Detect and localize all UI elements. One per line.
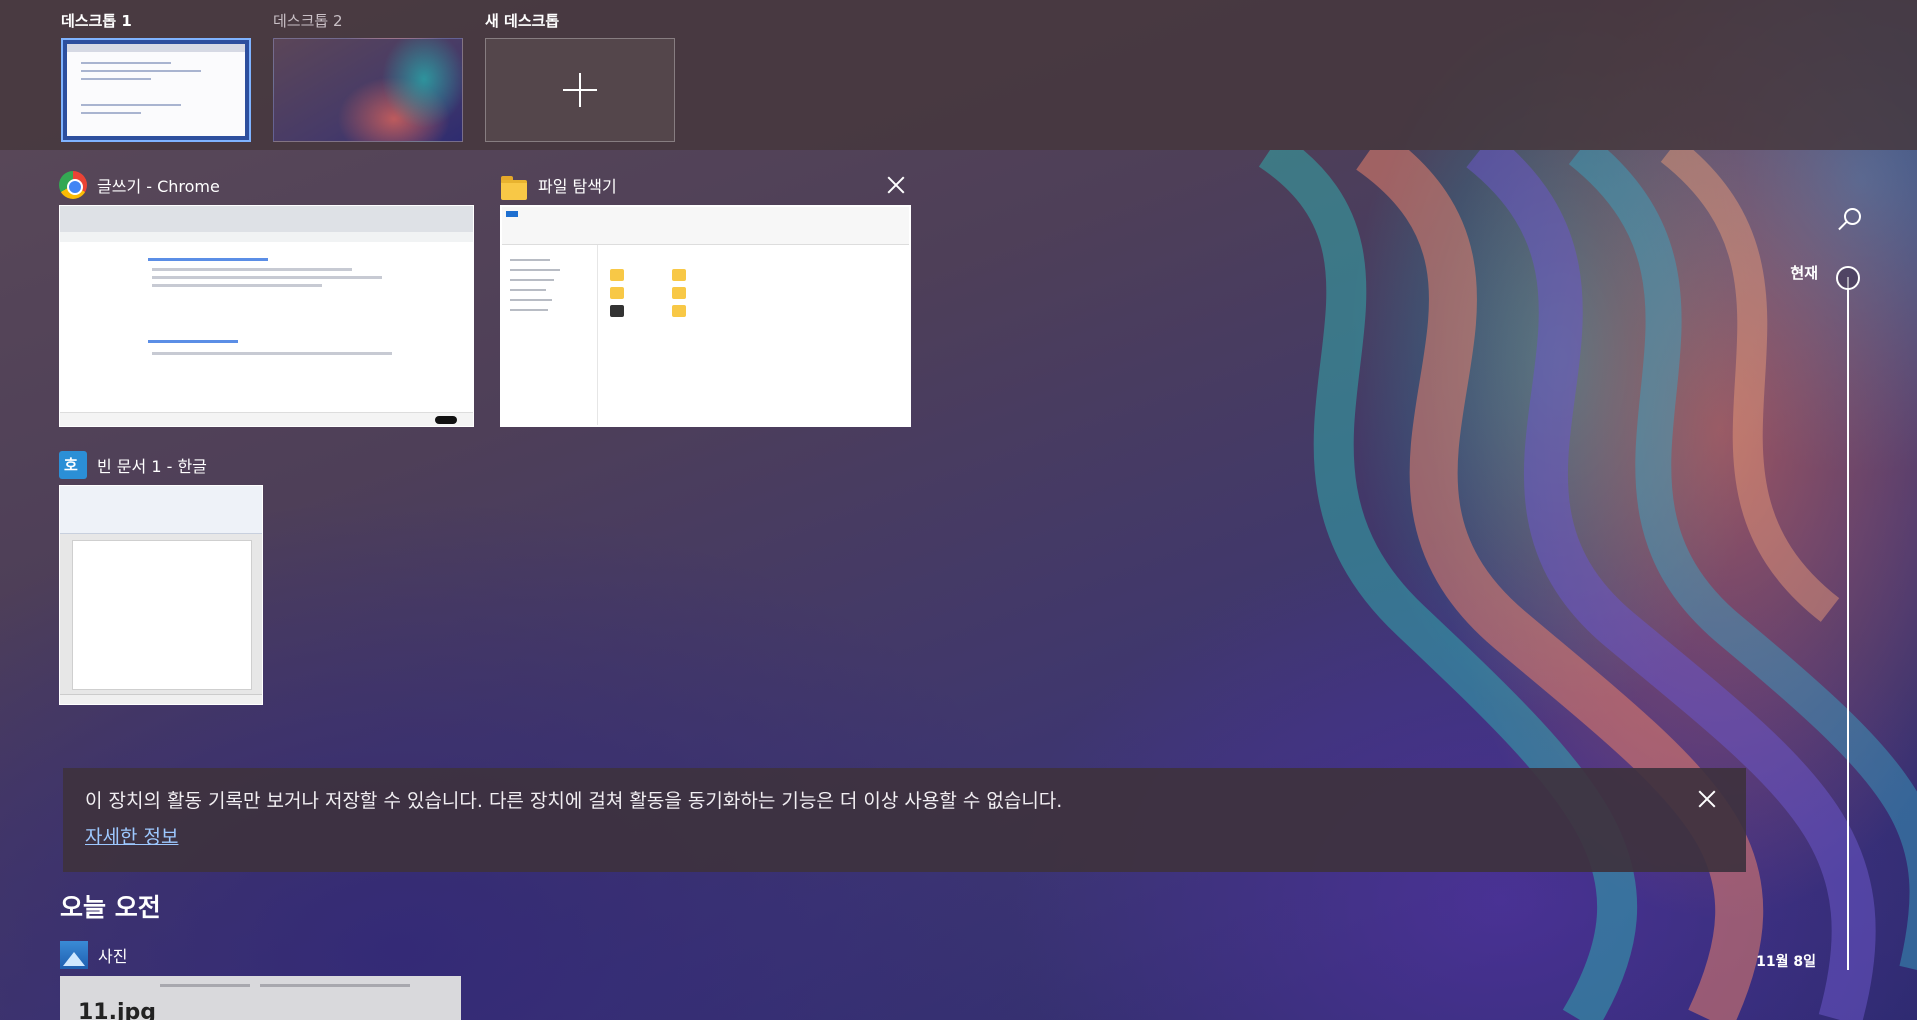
timeline-now-label: 현재 [1790,264,1818,282]
window-title-hwp: 빈 문서 1 - 한글 [97,457,207,476]
notice-message: 이 장치의 활동 기록만 보거나 저장할 수 있습니다. 다른 장치에 걸쳐 활… [85,790,1063,812]
hwp-icon [59,451,87,479]
desktop-2-thumbnail[interactable] [273,38,463,142]
window-title-chrome: 글쓰기 - Chrome [97,177,220,196]
chrome-icon [59,171,87,199]
learn-more-link[interactable]: 자세한 정보 [85,822,178,849]
new-desktop-button[interactable] [485,38,675,142]
folder-icon [500,171,528,200]
photos-icon [60,941,88,969]
timeline-date-label[interactable]: 11월 8일 [1756,951,1816,971]
close-notice-icon[interactable] [1698,790,1716,808]
timeline-scrollbar[interactable] [1847,277,1849,970]
sync-notice-banner: 이 장치의 활동 기록만 보거나 저장할 수 있습니다. 다른 장치에 걸쳐 활… [63,768,1746,872]
window-thumbnail-hwp[interactable] [59,485,263,705]
close-window-icon[interactable] [887,176,905,194]
photo-caption: 11.jpg [78,1000,157,1020]
plus-icon [563,73,597,107]
timeline-handle[interactable] [1836,266,1860,290]
window-header-chrome: 글쓰기 - Chrome [59,170,220,200]
desktop-1-label: 데스크톱 1 [61,12,132,30]
new-desktop-label: 새 데스크톱 [485,12,560,30]
window-header-hwp: 빈 문서 1 - 한글 [59,450,207,480]
window-title-file-explorer: 파일 탐색기 [538,177,617,196]
desktop-1-thumbnail[interactable] [61,38,251,142]
virtual-desktop-bar: 데스크톱 1 데스크톱 2 새 데스크톱 [0,0,1917,150]
activity-app-name: 사진 [98,947,128,966]
desktop-1-preview [67,44,245,136]
search-icon[interactable] [1836,208,1861,232]
desktop-2-label: 데스크톱 2 [273,12,343,30]
window-thumbnail-file-explorer[interactable] [500,205,911,427]
section-title: 오늘 오전 [60,893,161,922]
activity-header-photos: 사진 [60,940,127,970]
activity-thumbnail-photos[interactable]: 11.jpg [60,976,461,1020]
window-header-file-explorer: 파일 탐색기 [500,170,617,200]
window-thumbnail-chrome[interactable] [59,205,474,427]
